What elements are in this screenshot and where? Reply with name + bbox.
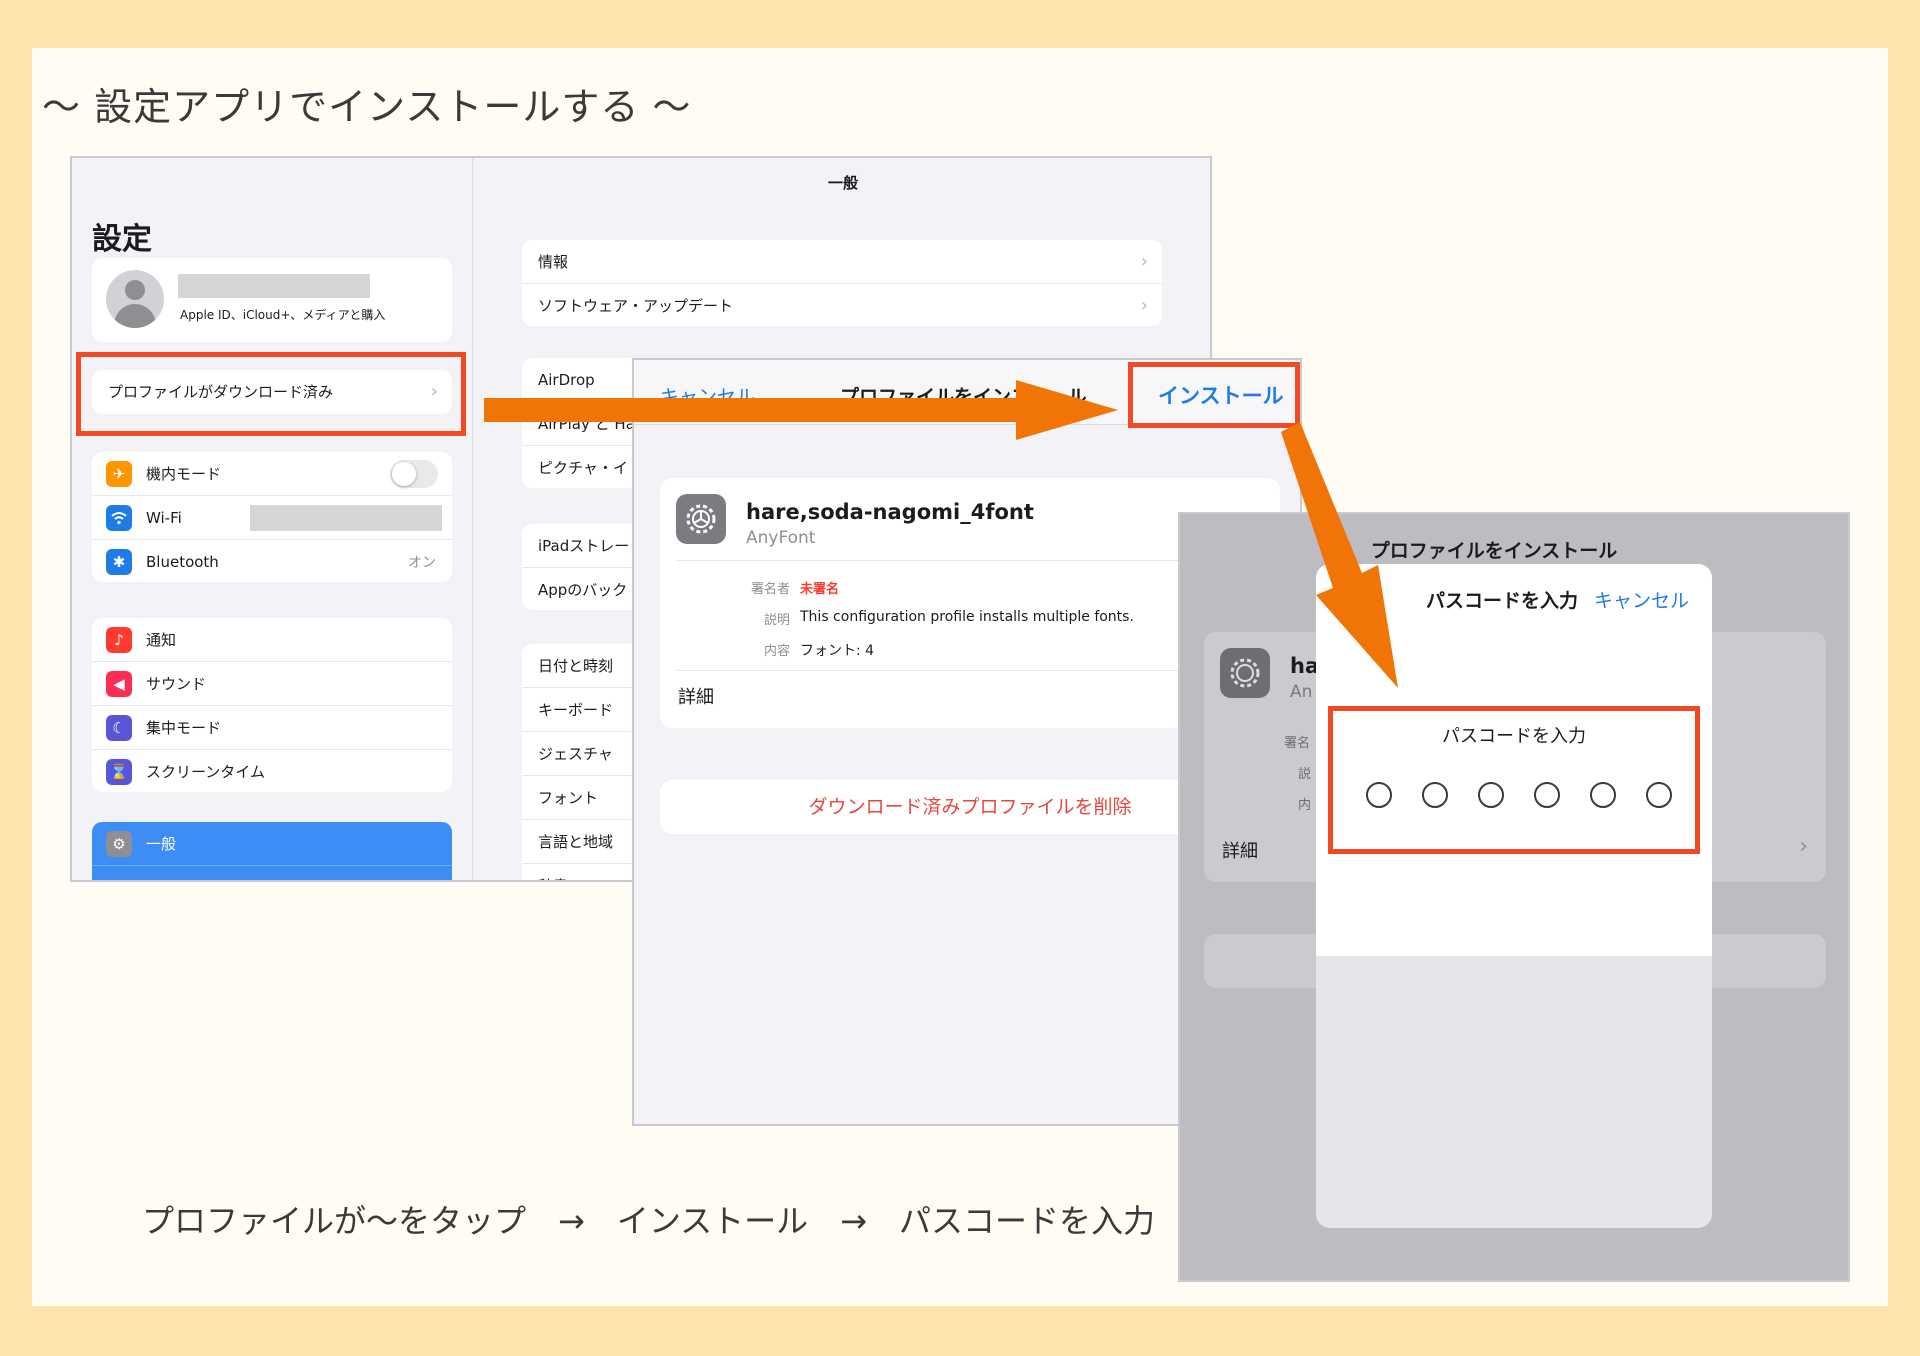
slide-caption: プロファイルが〜をタップ → インストール → パスコードを入力 [142,1202,1155,1240]
arrow-right [484,380,1118,440]
arrow-down [1281,422,1398,688]
flow-arrows [484,380,1398,688]
